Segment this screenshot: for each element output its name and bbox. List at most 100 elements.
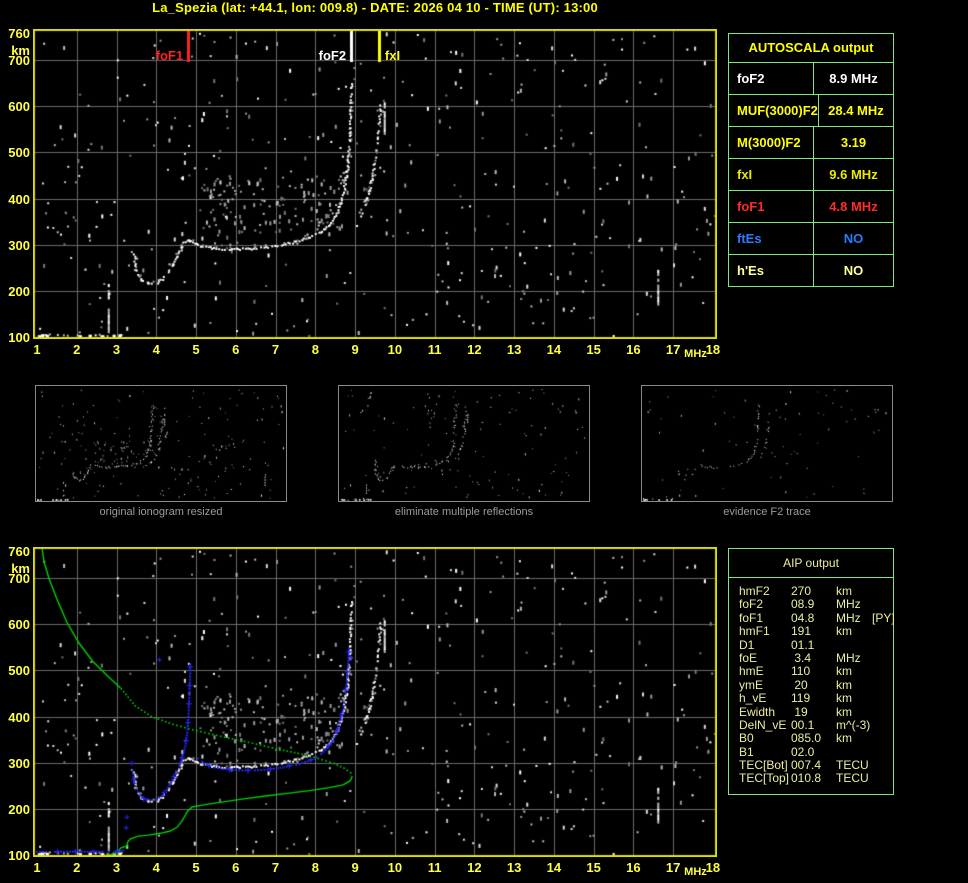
- param-label: hmE: [739, 664, 764, 679]
- aip-table: AIP output hmF2 270 km foF2 08.9 MHz foF1 04.…: [728, 548, 895, 795]
- x-tick-label: 11: [427, 342, 442, 357]
- y-tick-label: 200: [8, 801, 30, 817]
- x-tick-label: 14: [546, 342, 562, 357]
- param-label: h_vE: [739, 691, 767, 706]
- x-tick-label: 10: [387, 342, 403, 357]
- x-tick-label: 5: [192, 342, 200, 357]
- param-value: 270: [791, 584, 812, 598]
- table-row: foF1 04.8 MHz [PY]: [739, 610, 895, 625]
- param-label: B1: [739, 744, 754, 759]
- table-row: fxI 9.6 MHz: [729, 159, 893, 191]
- y-tick-label: 300: [8, 237, 30, 253]
- thumbnail-caption: eliminate multiple reflections: [394, 506, 534, 518]
- x-tick-label: 4: [152, 860, 160, 875]
- autoscala-table: AUTOSCALA output foF2 8.9 MHz MUF(3000)F…: [728, 33, 894, 287]
- y-tick-label: 600: [8, 617, 30, 633]
- x-axis-unit-label: MHz: [684, 866, 707, 878]
- x-tick-label: 8: [311, 342, 319, 357]
- x-tick-label: 7: [271, 860, 280, 875]
- param-note: [872, 639, 893, 652]
- param-label: h'Es: [729, 255, 814, 286]
- x-tick-label: 6: [232, 342, 240, 357]
- x-tick-label: 1: [33, 342, 41, 357]
- thumbnail-caption: original ionogram resized: [99, 506, 223, 518]
- param-value: 4.8 MHz: [829, 199, 878, 214]
- param-note: [PY]: [872, 610, 895, 625]
- table-row: TEC[Bot] 007.4 TECU: [739, 758, 893, 773]
- param-note: [872, 746, 893, 759]
- table-row: ftEs NO: [729, 223, 893, 255]
- param-note: [872, 759, 893, 772]
- x-tick-label: 14: [546, 860, 562, 875]
- param-note: [872, 772, 893, 785]
- param-note: [872, 585, 893, 598]
- marker-label-fof2: foF2: [318, 48, 347, 63]
- param-value: 8.9 MHz: [829, 71, 878, 86]
- param-label: TEC[Bot]: [739, 758, 788, 773]
- thumbnail-canvas-original: [35, 385, 287, 502]
- param-note: [872, 719, 893, 732]
- y-axis-unit-label: km: [11, 560, 30, 576]
- param-label: MUF(3000)F2: [729, 95, 819, 126]
- param-unit: km: [836, 704, 852, 719]
- ionogram-canvas-top: [33, 29, 717, 339]
- y-tick-label: 400: [8, 191, 30, 207]
- y-tick-label: 500: [8, 145, 30, 161]
- param-value: 191: [791, 624, 812, 639]
- x-tick-label: 6: [232, 860, 240, 875]
- param-label: foF2: [739, 597, 764, 612]
- x-tick-label: 17: [665, 342, 681, 357]
- x-tick-label: 16: [626, 342, 641, 357]
- param-value: 28.4 MHz: [828, 103, 884, 118]
- param-value: 08.9: [791, 597, 815, 612]
- table-row: foF2 08.9 MHz: [739, 597, 893, 612]
- table-row: h_vE 119 km: [739, 691, 893, 706]
- table-row: B0 085.0 km: [739, 731, 893, 746]
- x-tick-label: 1: [33, 860, 41, 875]
- param-value: 19: [791, 704, 808, 719]
- param-unit: km: [836, 624, 852, 639]
- param-note: [872, 692, 893, 705]
- x-tick-label: 12: [467, 860, 482, 875]
- table-row: foF1 4.8 MHz: [729, 191, 893, 223]
- param-label: fxI: [729, 159, 814, 190]
- table-row: foF2 8.9 MHz: [729, 63, 893, 95]
- param-label: foE: [739, 650, 758, 665]
- param-unit: MHz: [836, 650, 861, 665]
- x-tick-label: 3: [112, 860, 121, 875]
- param-value: 00.1: [791, 717, 815, 732]
- param-value: 119: [791, 691, 811, 706]
- param-label: foF1: [729, 191, 814, 222]
- x-axis-unit-label: MHz: [684, 348, 707, 360]
- param-value: NO: [843, 231, 864, 246]
- param-unit: [836, 746, 872, 759]
- marker-label-fof1: foF1: [155, 48, 184, 63]
- x-tick-label: 13: [506, 860, 522, 875]
- x-tick-label: 9: [351, 860, 359, 875]
- param-value: 01.1: [791, 637, 815, 652]
- param-unit: MHz: [836, 597, 861, 612]
- aip-table-title: AIP output: [729, 549, 893, 578]
- x-tick-label: 2: [73, 342, 81, 357]
- x-tick-label: 2: [73, 860, 81, 875]
- param-unit: TECU: [836, 771, 869, 786]
- param-label: TEC[Top]: [739, 771, 790, 786]
- param-value: 02.0: [791, 744, 815, 759]
- param-unit: m^(-3): [836, 717, 871, 732]
- x-tick-label: 16: [626, 860, 641, 875]
- x-tick-label: 11: [427, 860, 442, 875]
- param-label: hmF1: [739, 624, 770, 639]
- aip-table-body: hmF2 270 km foF2 08.9 MHz foF1 04.8 MHz [PY] hm…: [729, 578, 895, 794]
- page-title: La_Spezia (lat: +44.1, lon: 009.8) - DAT…: [152, 0, 598, 15]
- x-tick-label: 13: [506, 342, 522, 357]
- y-tick-label: 200: [8, 283, 30, 299]
- x-tick-label: 4: [152, 342, 160, 357]
- param-label: B0: [739, 731, 754, 746]
- thumbnail-caption: evidence F2 trace: [723, 506, 811, 518]
- param-label: foF1: [739, 610, 764, 625]
- table-row: ymE 20 km: [739, 678, 893, 692]
- y-tick-label: 400: [8, 709, 30, 725]
- y-tick-label: 500: [8, 663, 30, 679]
- table-row: D1 01.1: [739, 637, 893, 652]
- param-label: Ewidth: [739, 704, 776, 719]
